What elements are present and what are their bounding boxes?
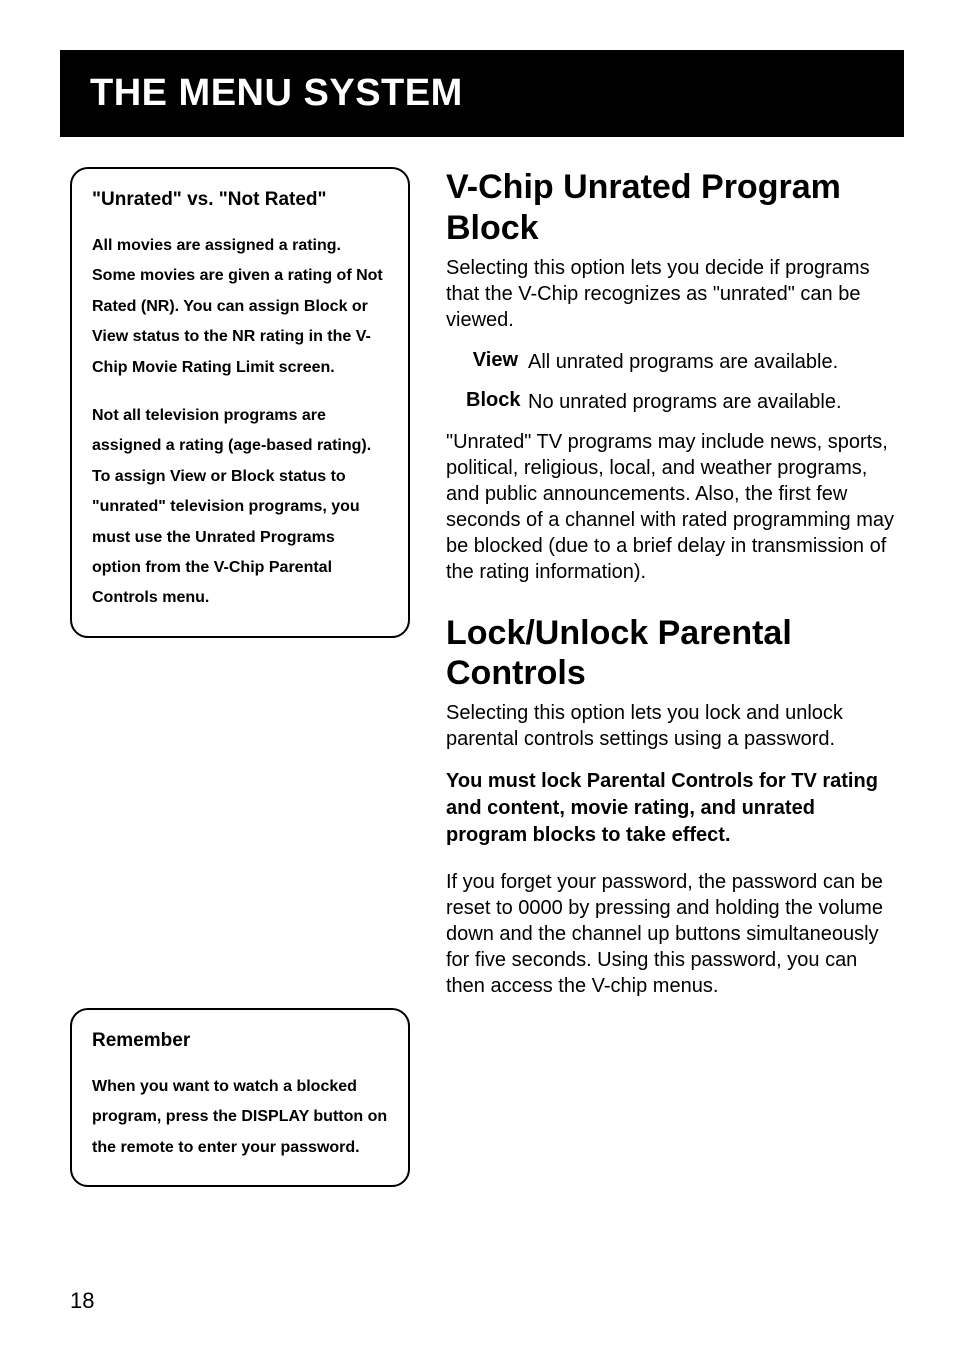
definition-row: Block No unrated programs are available. bbox=[446, 389, 894, 415]
page-title: THE MENU SYSTEM bbox=[90, 72, 874, 115]
callout-body: All movies are assigned a rating. Some m… bbox=[92, 231, 388, 614]
callout-paragraph: When you want to watch a blocked program… bbox=[92, 1072, 388, 1163]
section-intro: Selecting this option lets you lock and … bbox=[446, 700, 894, 752]
content-area: "Unrated" vs. "Not Rated" All movies are… bbox=[70, 167, 894, 1187]
body-paragraph: If you forget your password, the passwor… bbox=[446, 869, 894, 999]
section-intro: Selecting this option lets you decide if… bbox=[446, 255, 894, 333]
body-strong-note: You must lock Parental Controls for TV r… bbox=[446, 768, 894, 849]
callout-title: "Unrated" vs. "Not Rated" bbox=[92, 189, 388, 211]
callout-remember: Remember When you want to watch a blocke… bbox=[70, 1008, 410, 1187]
section-heading-lock-unlock: Lock/Unlock Parental Controls bbox=[446, 613, 894, 695]
body-paragraph: "Unrated" TV programs may include news, … bbox=[446, 429, 894, 585]
callout-title: Remember bbox=[92, 1030, 388, 1052]
callout-body: When you want to watch a blocked program… bbox=[92, 1072, 388, 1163]
definition-description: No unrated programs are available. bbox=[528, 389, 894, 415]
definition-term: Block bbox=[466, 389, 528, 415]
callout-paragraph: All movies are assigned a rating. Some m… bbox=[92, 231, 388, 383]
callout-paragraph: Not all television programs are assigned… bbox=[92, 401, 388, 614]
definition-row: View All unrated programs are available. bbox=[446, 349, 894, 375]
callout-unrated-vs-notrated: "Unrated" vs. "Not Rated" All movies are… bbox=[70, 167, 410, 638]
page-number: 18 bbox=[70, 1288, 94, 1314]
left-column: "Unrated" vs. "Not Rated" All movies are… bbox=[70, 167, 410, 1187]
page-header: THE MENU SYSTEM bbox=[60, 50, 904, 137]
section-heading-vchip-unrated: V-Chip Unrated Program Block bbox=[446, 167, 894, 249]
right-column: V-Chip Unrated Program Block Selecting t… bbox=[446, 167, 894, 1187]
definition-term: View bbox=[466, 349, 528, 375]
definition-description: All unrated programs are available. bbox=[528, 349, 894, 375]
